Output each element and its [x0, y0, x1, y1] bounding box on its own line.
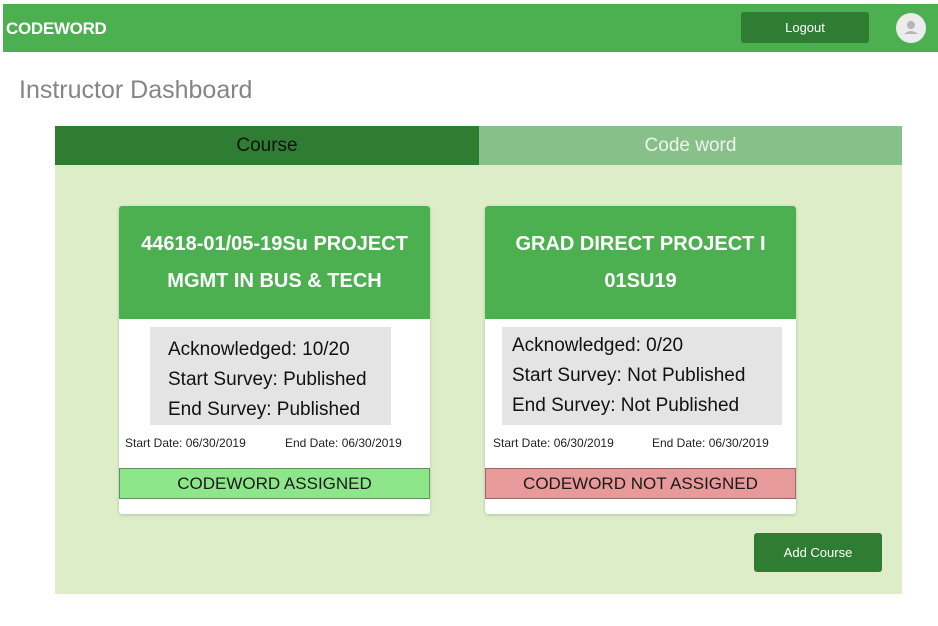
codeword-status-badge: CODEWORD NOT ASSIGNED: [485, 468, 796, 499]
page-title: Instructor Dashboard: [19, 76, 253, 104]
end-survey-status: End Survey: Not Published: [512, 395, 740, 416]
end-date: End Date: 06/30/2019: [285, 436, 402, 450]
start-survey-status: Start Survey: Not Published: [512, 365, 746, 386]
logout-button[interactable]: Logout: [741, 12, 869, 43]
brand-title: CODEWORD: [6, 19, 107, 38]
end-date: End Date: 06/30/2019: [652, 436, 769, 450]
acknowledged-count: Acknowledged: 0/20: [512, 335, 684, 356]
start-survey-status: Start Survey: Published: [168, 369, 367, 390]
course-stats: Acknowledged: 10/20 Start Survey: Publis…: [150, 327, 391, 425]
avatar[interactable]: [896, 13, 926, 43]
end-survey-status: End Survey: Published: [168, 399, 361, 420]
tab-code-word[interactable]: Code word: [479, 126, 902, 165]
dashboard-panel: Course Code word 44618-01/05-19Su PROJEC…: [55, 126, 902, 594]
top-app-bar: CODEWORD Logout: [3, 4, 938, 52]
course-card[interactable]: GRAD DIRECT PROJECT I 01SU19 Acknowledge…: [485, 206, 796, 514]
acknowledged-count: Acknowledged: 10/20: [168, 339, 350, 360]
start-date: Start Date: 06/30/2019: [125, 436, 246, 450]
add-course-button[interactable]: Add Course: [754, 533, 882, 572]
course-title: 44618-01/05-19Su PROJECT MGMT IN BUS & T…: [119, 206, 430, 319]
course-title: GRAD DIRECT PROJECT I 01SU19: [485, 206, 796, 319]
tab-course[interactable]: Course: [55, 126, 479, 165]
course-stats: Acknowledged: 0/20 Start Survey: Not Pub…: [502, 327, 782, 425]
course-card[interactable]: 44618-01/05-19Su PROJECT MGMT IN BUS & T…: [119, 206, 430, 514]
codeword-status-badge: CODEWORD ASSIGNED: [119, 468, 430, 499]
start-date: Start Date: 06/30/2019: [493, 436, 614, 450]
person-icon: [904, 21, 918, 34]
tab-bar: Course Code word: [55, 126, 902, 165]
